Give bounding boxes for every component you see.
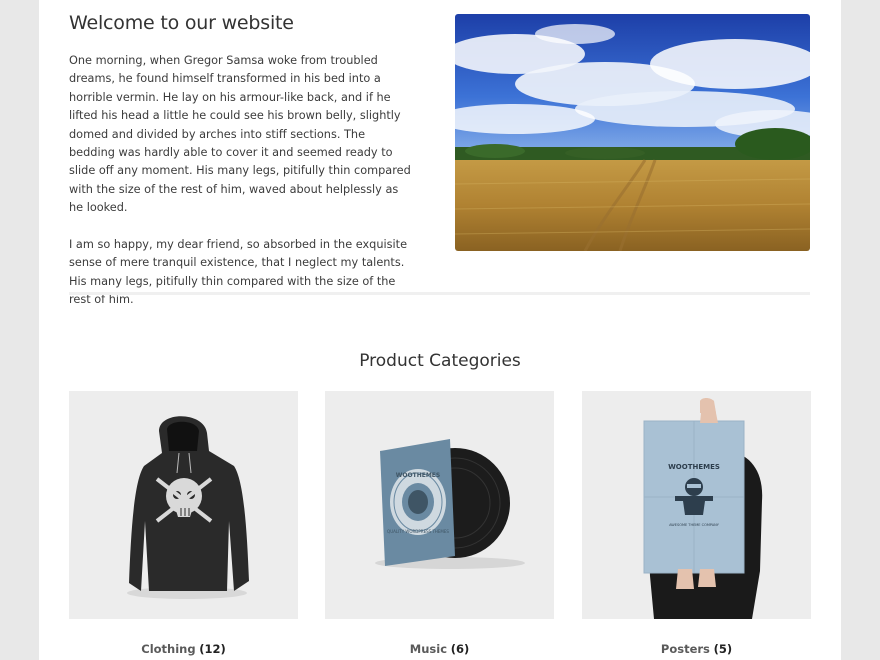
- category-music-label[interactable]: Music (6): [325, 642, 554, 656]
- category-name[interactable]: Posters: [661, 642, 710, 656]
- vinyl-record-image: WOOTHEMES QUALITY WORDPRESS THEMES: [375, 439, 525, 569]
- wheat-field-image: [455, 14, 810, 251]
- category-name[interactable]: Music: [410, 642, 447, 656]
- poster-image: WOOTHEMES AWESOME THEME COMPANY: [643, 398, 763, 619]
- music-ring-bottom-text: QUALITY WORDPRESS THEMES: [387, 529, 449, 534]
- welcome-paragraph-2: I am so happy, my dear friend, so absorb…: [69, 238, 408, 307]
- poster-sub-text: AWESOME THEME COMPANY: [669, 523, 720, 527]
- category-name[interactable]: Clothing: [141, 642, 195, 656]
- product-categories-title: Product Categories: [359, 351, 521, 371]
- hoodie-image: [127, 416, 249, 599]
- poster-title-text: WOOTHEMES: [668, 463, 720, 471]
- section-divider: [69, 292, 810, 295]
- category-count: (12): [199, 642, 226, 656]
- category-clothing-tile[interactable]: [69, 391, 298, 619]
- category-clothing-label[interactable]: Clothing (12): [69, 642, 298, 656]
- page-content: Welcome to our website One morning, when…: [39, 0, 841, 660]
- welcome-text: One morning, when Gregor Samsa woke from…: [69, 52, 414, 328]
- category-count: (5): [713, 642, 733, 656]
- category-count: (6): [450, 642, 470, 656]
- category-music-tile[interactable]: WOOTHEMES QUALITY WORDPRESS THEMES: [325, 391, 554, 619]
- music-ring-text: WOOTHEMES: [396, 472, 440, 479]
- welcome-paragraph-1: One morning, when Gregor Samsa woke from…: [69, 54, 411, 215]
- category-posters-tile[interactable]: WOOTHEMES AWESOME THEME COMPANY: [582, 391, 811, 619]
- category-posters-label[interactable]: Posters (5): [582, 642, 811, 656]
- welcome-title: Welcome to our website: [69, 12, 294, 34]
